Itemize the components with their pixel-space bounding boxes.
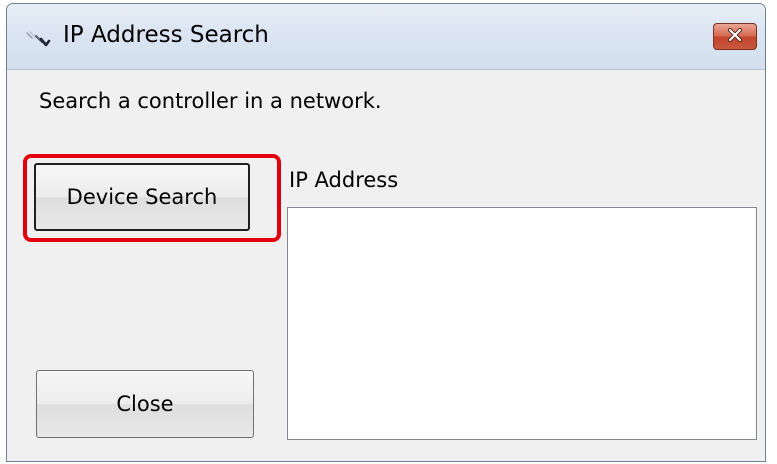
title-bar[interactable]: IP Address Search bbox=[7, 4, 765, 70]
ip-address-list[interactable] bbox=[287, 207, 757, 440]
dialog-body: Search a controller in a network. Device… bbox=[7, 70, 765, 461]
device-search-button[interactable]: Device Search bbox=[34, 163, 250, 231]
window-title: IP Address Search bbox=[63, 22, 269, 48]
app-icon bbox=[25, 30, 55, 50]
ip-address-search-dialog: IP Address Search Search a controller in… bbox=[6, 3, 766, 462]
close-x-icon bbox=[727, 27, 743, 46]
ip-address-label: IP Address bbox=[289, 168, 399, 192]
close-button[interactable]: Close bbox=[36, 370, 254, 438]
window-close-button[interactable] bbox=[713, 23, 757, 50]
instruction-text: Search a controller in a network. bbox=[39, 89, 382, 113]
